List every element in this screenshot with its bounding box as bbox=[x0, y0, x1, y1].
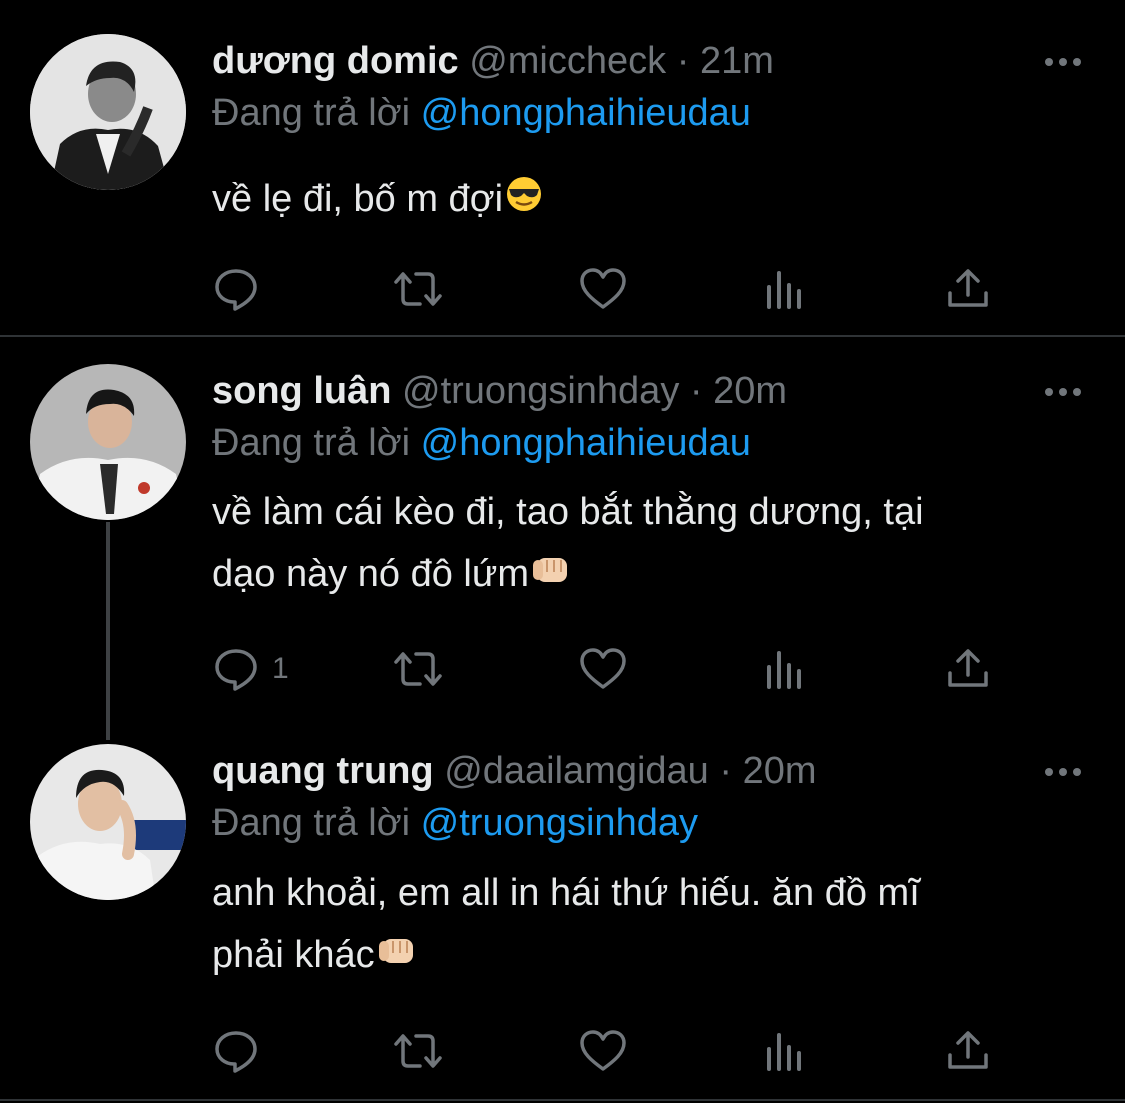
fist-emoji-icon bbox=[377, 926, 417, 988]
tweet-2[interactable]: song luân @truongsinhday · 20m Đang trả … bbox=[0, 340, 1125, 720]
separator: · bbox=[719, 750, 733, 792]
replying-prefix: Đang trả lời bbox=[212, 802, 411, 844]
analytics-icon bbox=[764, 265, 808, 313]
separator: · bbox=[689, 370, 703, 412]
reply-mention[interactable]: @truongsinhday bbox=[421, 802, 698, 844]
avatar[interactable] bbox=[30, 34, 186, 190]
retweet-button[interactable] bbox=[390, 264, 446, 314]
handle[interactable]: @daailamgidau bbox=[444, 750, 709, 792]
reply-icon bbox=[212, 645, 260, 693]
more-icon[interactable] bbox=[1043, 762, 1083, 782]
like-icon bbox=[578, 265, 628, 313]
sunglasses-emoji-icon bbox=[505, 170, 543, 232]
share-button[interactable] bbox=[944, 1026, 992, 1076]
tweet-text-content: phải khác bbox=[212, 934, 375, 976]
analytics-button[interactable] bbox=[764, 644, 808, 694]
separator: · bbox=[676, 40, 690, 82]
avatar[interactable] bbox=[30, 364, 186, 520]
tweet-text-line: về làm cái kèo đi, tao bắt thằng dương, … bbox=[212, 491, 924, 533]
tweet-text: về lẹ đi, bố m đợi bbox=[212, 168, 1072, 232]
tweet-actions bbox=[212, 1026, 1012, 1076]
reply-mention[interactable]: @hongphaihieudau bbox=[421, 422, 751, 464]
retweet-icon bbox=[390, 645, 446, 693]
tweet-actions bbox=[212, 264, 1012, 314]
tweet-text-content: về lẹ đi, bố m đợi bbox=[212, 178, 504, 220]
analytics-icon bbox=[764, 645, 808, 693]
tweet-text: anh khoải, em all in hái thứ hiếu. ăn đồ… bbox=[212, 862, 1072, 988]
analytics-button[interactable] bbox=[764, 1026, 808, 1076]
replying-to: Đang trả lời @hongphaihieudau bbox=[212, 88, 751, 138]
tweet-actions: 1 bbox=[212, 644, 1012, 694]
reply-button[interactable]: 1 bbox=[212, 644, 289, 694]
tweet-text-line: phải khác bbox=[212, 924, 1072, 988]
handle[interactable]: @truongsinhday bbox=[402, 370, 679, 412]
reply-mention[interactable]: @hongphaihieudau bbox=[421, 92, 751, 134]
retweet-button[interactable] bbox=[390, 1026, 446, 1076]
retweet-icon bbox=[390, 1027, 446, 1075]
tweet-text-line: dạo này nó đô lứm bbox=[212, 543, 1072, 607]
tweet-text-line: anh khoải, em all in hái thứ hiếu. ăn đồ… bbox=[212, 872, 920, 914]
handle[interactable]: @miccheck bbox=[469, 40, 666, 82]
more-icon[interactable] bbox=[1043, 382, 1083, 402]
like-button[interactable] bbox=[578, 1026, 628, 1076]
tweet-text-content: dạo này nó đô lứm bbox=[212, 553, 529, 595]
like-button[interactable] bbox=[578, 644, 628, 694]
replying-prefix: Đang trả lời bbox=[212, 92, 411, 134]
retweet-button[interactable] bbox=[390, 644, 446, 694]
reply-count: 1 bbox=[272, 652, 289, 685]
analytics-button[interactable] bbox=[764, 264, 808, 314]
timestamp[interactable]: 20m bbox=[743, 750, 817, 792]
display-name[interactable]: song luân bbox=[212, 370, 391, 412]
share-icon bbox=[944, 1027, 992, 1075]
tweet-header: dương domic @miccheck · 21m bbox=[212, 36, 774, 86]
tweet-1[interactable]: dương domic @miccheck · 21m Đang trả lời… bbox=[0, 0, 1125, 336]
tweet-3[interactable]: quang trung @daailamgidau · 20m Đang trả… bbox=[0, 722, 1125, 1103]
replying-to: Đang trả lời @truongsinhday bbox=[212, 798, 698, 848]
reply-button[interactable] bbox=[212, 1026, 260, 1076]
analytics-icon bbox=[764, 1027, 808, 1075]
tweet-header: quang trung @daailamgidau · 20m bbox=[212, 746, 817, 796]
reply-button[interactable] bbox=[212, 264, 260, 314]
tweet-header: song luân @truongsinhday · 20m bbox=[212, 366, 787, 416]
timestamp[interactable]: 20m bbox=[713, 370, 787, 412]
reply-icon bbox=[212, 1027, 260, 1075]
divider bbox=[0, 1099, 1125, 1101]
share-icon bbox=[944, 265, 992, 313]
replying-to: Đang trả lời @hongphaihieudau bbox=[212, 418, 751, 468]
share-button[interactable] bbox=[944, 644, 992, 694]
more-icon[interactable] bbox=[1043, 52, 1083, 72]
fist-emoji-icon bbox=[531, 545, 571, 607]
timestamp[interactable]: 21m bbox=[700, 40, 774, 82]
retweet-icon bbox=[390, 265, 446, 313]
avatar[interactable] bbox=[30, 744, 186, 900]
share-button[interactable] bbox=[944, 264, 992, 314]
share-icon bbox=[944, 645, 992, 693]
display-name[interactable]: dương domic bbox=[212, 40, 459, 82]
like-button[interactable] bbox=[578, 264, 628, 314]
like-icon bbox=[578, 645, 628, 693]
like-icon bbox=[578, 1027, 628, 1075]
thread-connector-line bbox=[106, 522, 110, 740]
display-name[interactable]: quang trung bbox=[212, 750, 434, 792]
tweet-text: về làm cái kèo đi, tao bắt thằng dương, … bbox=[212, 481, 1072, 607]
divider bbox=[0, 335, 1125, 337]
replying-prefix: Đang trả lời bbox=[212, 422, 411, 464]
reply-icon bbox=[212, 265, 260, 313]
